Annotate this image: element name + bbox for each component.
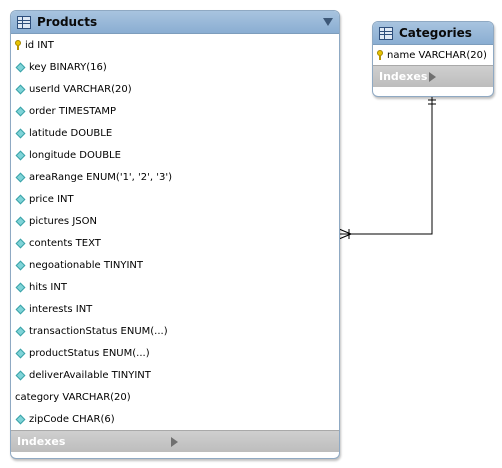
categories-table-header[interactable]: Categories xyxy=(373,22,493,45)
column-label: productStatus ENUM(...) xyxy=(29,347,150,359)
column-label: name VARCHAR(20) xyxy=(387,49,487,61)
column-label: id INT xyxy=(25,39,54,51)
categories-indexes-section[interactable]: Indexes xyxy=(373,65,493,87)
products-table-title: Products xyxy=(37,15,98,29)
column-label: zipCode CHAR(6) xyxy=(29,413,115,425)
column-diamond-icon xyxy=(15,238,26,248)
column-label: negoationable TINYINT xyxy=(29,259,144,271)
column-row[interactable]: areaRange ENUM('1', '2', '3') xyxy=(11,166,339,188)
column-row[interactable]: userId VARCHAR(20) xyxy=(11,78,339,100)
column-diamond-icon xyxy=(15,194,26,204)
products-indexes-section[interactable]: Indexes xyxy=(11,430,339,452)
column-diamond-icon xyxy=(15,62,26,72)
column-diamond-icon xyxy=(15,414,26,424)
column-diamond-icon xyxy=(15,370,26,380)
products-table[interactable]: Products id INT key BINARY(16) userId VARC… xyxy=(10,10,340,459)
column-row[interactable]: interests INT xyxy=(11,298,339,320)
column-row[interactable]: transactionStatus ENUM(...) xyxy=(11,320,339,342)
column-row[interactable]: hits INT xyxy=(11,276,339,298)
column-label: longitude DOUBLE xyxy=(29,149,121,161)
primary-key-icon xyxy=(15,40,21,50)
table-icon xyxy=(17,15,31,29)
column-row[interactable]: contents TEXT xyxy=(11,232,339,254)
categories-table[interactable]: Categories name VARCHAR(20) Indexes xyxy=(372,21,494,97)
column-row[interactable]: name VARCHAR(20) xyxy=(373,45,493,65)
column-row[interactable]: category VARCHAR(20) xyxy=(11,386,339,408)
column-row[interactable]: latitude DOUBLE xyxy=(11,122,339,144)
column-row[interactable]: longitude DOUBLE xyxy=(11,144,339,166)
column-label: category VARCHAR(20) xyxy=(15,391,131,403)
column-diamond-icon xyxy=(15,326,26,336)
column-label: areaRange ENUM('1', '2', '3') xyxy=(29,171,173,183)
column-row[interactable]: deliverAvailable TINYINT xyxy=(11,364,339,386)
column-diamond-icon xyxy=(15,260,26,270)
column-diamond-icon xyxy=(15,304,26,314)
column-label: transactionStatus ENUM(...) xyxy=(29,325,168,337)
column-label: hits INT xyxy=(29,281,67,293)
categories-column-list: name VARCHAR(20) xyxy=(373,45,493,65)
products-table-header[interactable]: Products xyxy=(11,11,339,34)
column-row[interactable]: price INT xyxy=(11,188,339,210)
primary-key-icon xyxy=(377,50,383,60)
column-diamond-icon xyxy=(15,150,26,160)
column-row[interactable]: key BINARY(16) xyxy=(11,56,339,78)
column-row[interactable]: id INT xyxy=(11,34,339,56)
column-label: pictures JSON xyxy=(29,215,97,227)
column-row[interactable]: negoationable TINYINT xyxy=(11,254,339,276)
column-label: latitude DOUBLE xyxy=(29,127,113,139)
column-diamond-icon xyxy=(15,348,26,358)
column-diamond-icon xyxy=(15,106,26,116)
categories-table-title: Categories xyxy=(399,26,472,40)
indexes-label: Indexes xyxy=(17,435,66,448)
collapse-icon[interactable] xyxy=(323,18,333,26)
column-diamond-icon xyxy=(15,216,26,226)
expand-arrow-icon[interactable] xyxy=(170,436,332,447)
column-row[interactable]: pictures JSON xyxy=(11,210,339,232)
column-diamond-icon xyxy=(15,84,26,94)
column-label: deliverAvailable TINYINT xyxy=(29,369,151,381)
table-icon xyxy=(379,26,393,40)
column-label: contents TEXT xyxy=(29,237,101,249)
column-row[interactable]: productStatus ENUM(...) xyxy=(11,342,339,364)
column-row[interactable]: order TIMESTAMP xyxy=(11,100,339,122)
expand-arrow-icon[interactable] xyxy=(428,71,486,82)
column-row[interactable]: zipCode CHAR(6) xyxy=(11,408,339,430)
column-diamond-icon xyxy=(15,282,26,292)
column-diamond-icon xyxy=(15,172,26,182)
products-column-list: id INT key BINARY(16) userId VARCHAR(20) or… xyxy=(11,34,339,430)
column-label: key BINARY(16) xyxy=(29,61,107,73)
column-label: userId VARCHAR(20) xyxy=(29,83,132,95)
column-label: interests INT xyxy=(29,303,93,315)
column-label: price INT xyxy=(29,193,74,205)
indexes-label: Indexes xyxy=(379,70,428,83)
column-diamond-icon xyxy=(15,128,26,138)
column-label: order TIMESTAMP xyxy=(29,105,117,117)
